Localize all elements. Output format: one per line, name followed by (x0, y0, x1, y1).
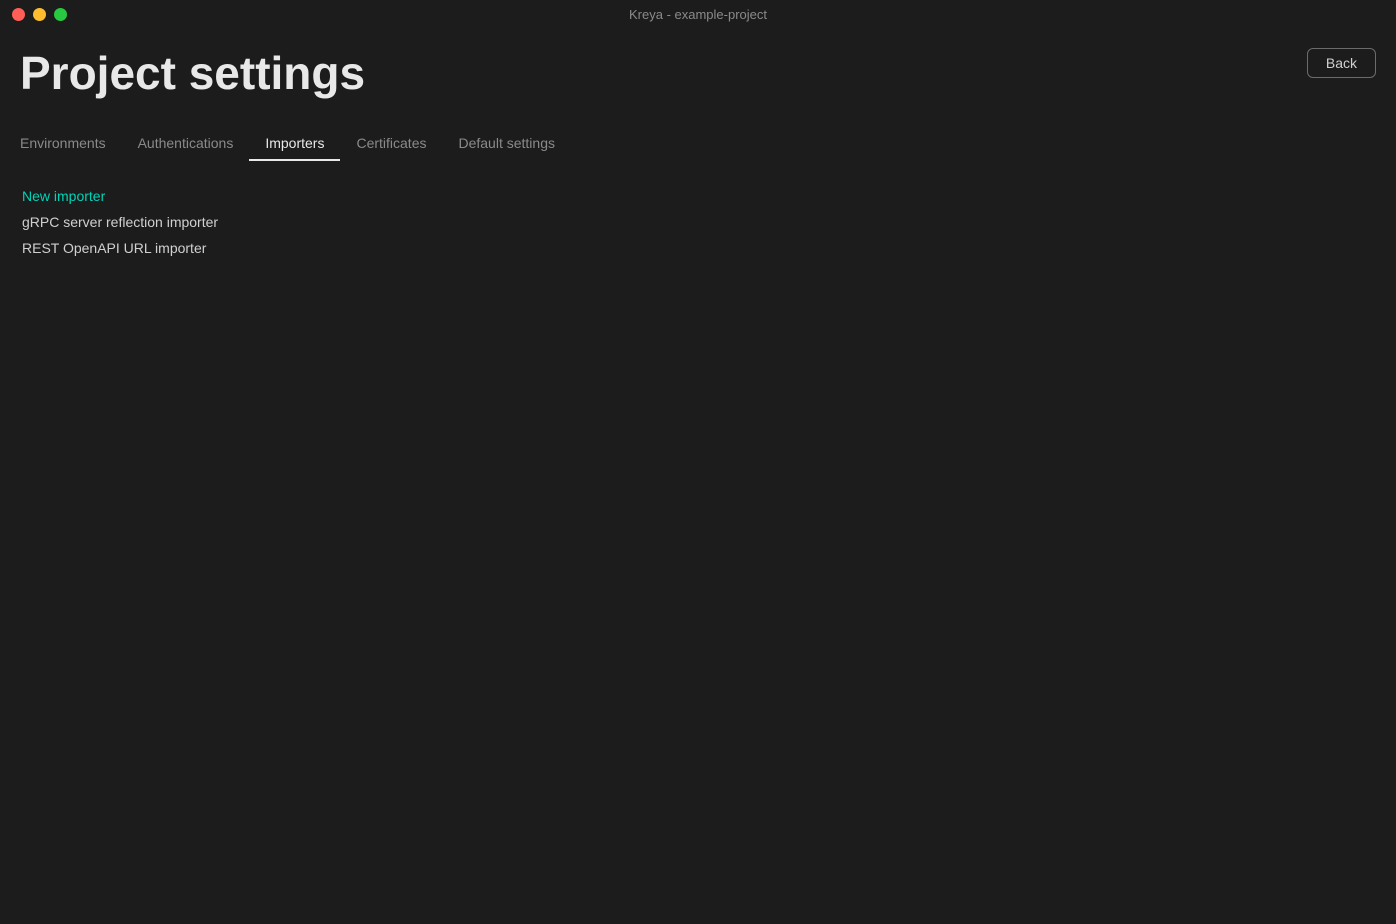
importer-list: New importer gRPC server reflection impo… (22, 185, 1376, 259)
close-button[interactable] (12, 8, 25, 21)
tabs-container: Environments Authentications Importers C… (20, 127, 1376, 161)
tab-certificates[interactable]: Certificates (340, 127, 442, 161)
tab-default-settings[interactable]: Default settings (442, 127, 571, 161)
tab-authentications[interactable]: Authentications (122, 127, 250, 161)
window-title: Kreya - example-project (629, 7, 767, 22)
back-button[interactable]: Back (1307, 48, 1376, 78)
tab-environments[interactable]: Environments (20, 127, 122, 161)
importer-item-rest[interactable]: REST OpenAPI URL importer (22, 237, 1376, 259)
minimize-button[interactable] (33, 8, 46, 21)
titlebar-buttons (12, 8, 67, 21)
tab-importers[interactable]: Importers (249, 127, 340, 161)
new-importer-link[interactable]: New importer (22, 185, 1376, 207)
page-title: Project settings (20, 48, 1376, 99)
maximize-button[interactable] (54, 8, 67, 21)
importer-item-grpc[interactable]: gRPC server reflection importer (22, 211, 1376, 233)
main-content: Back Project settings Environments Authe… (0, 28, 1396, 259)
titlebar: Kreya - example-project (0, 0, 1396, 28)
